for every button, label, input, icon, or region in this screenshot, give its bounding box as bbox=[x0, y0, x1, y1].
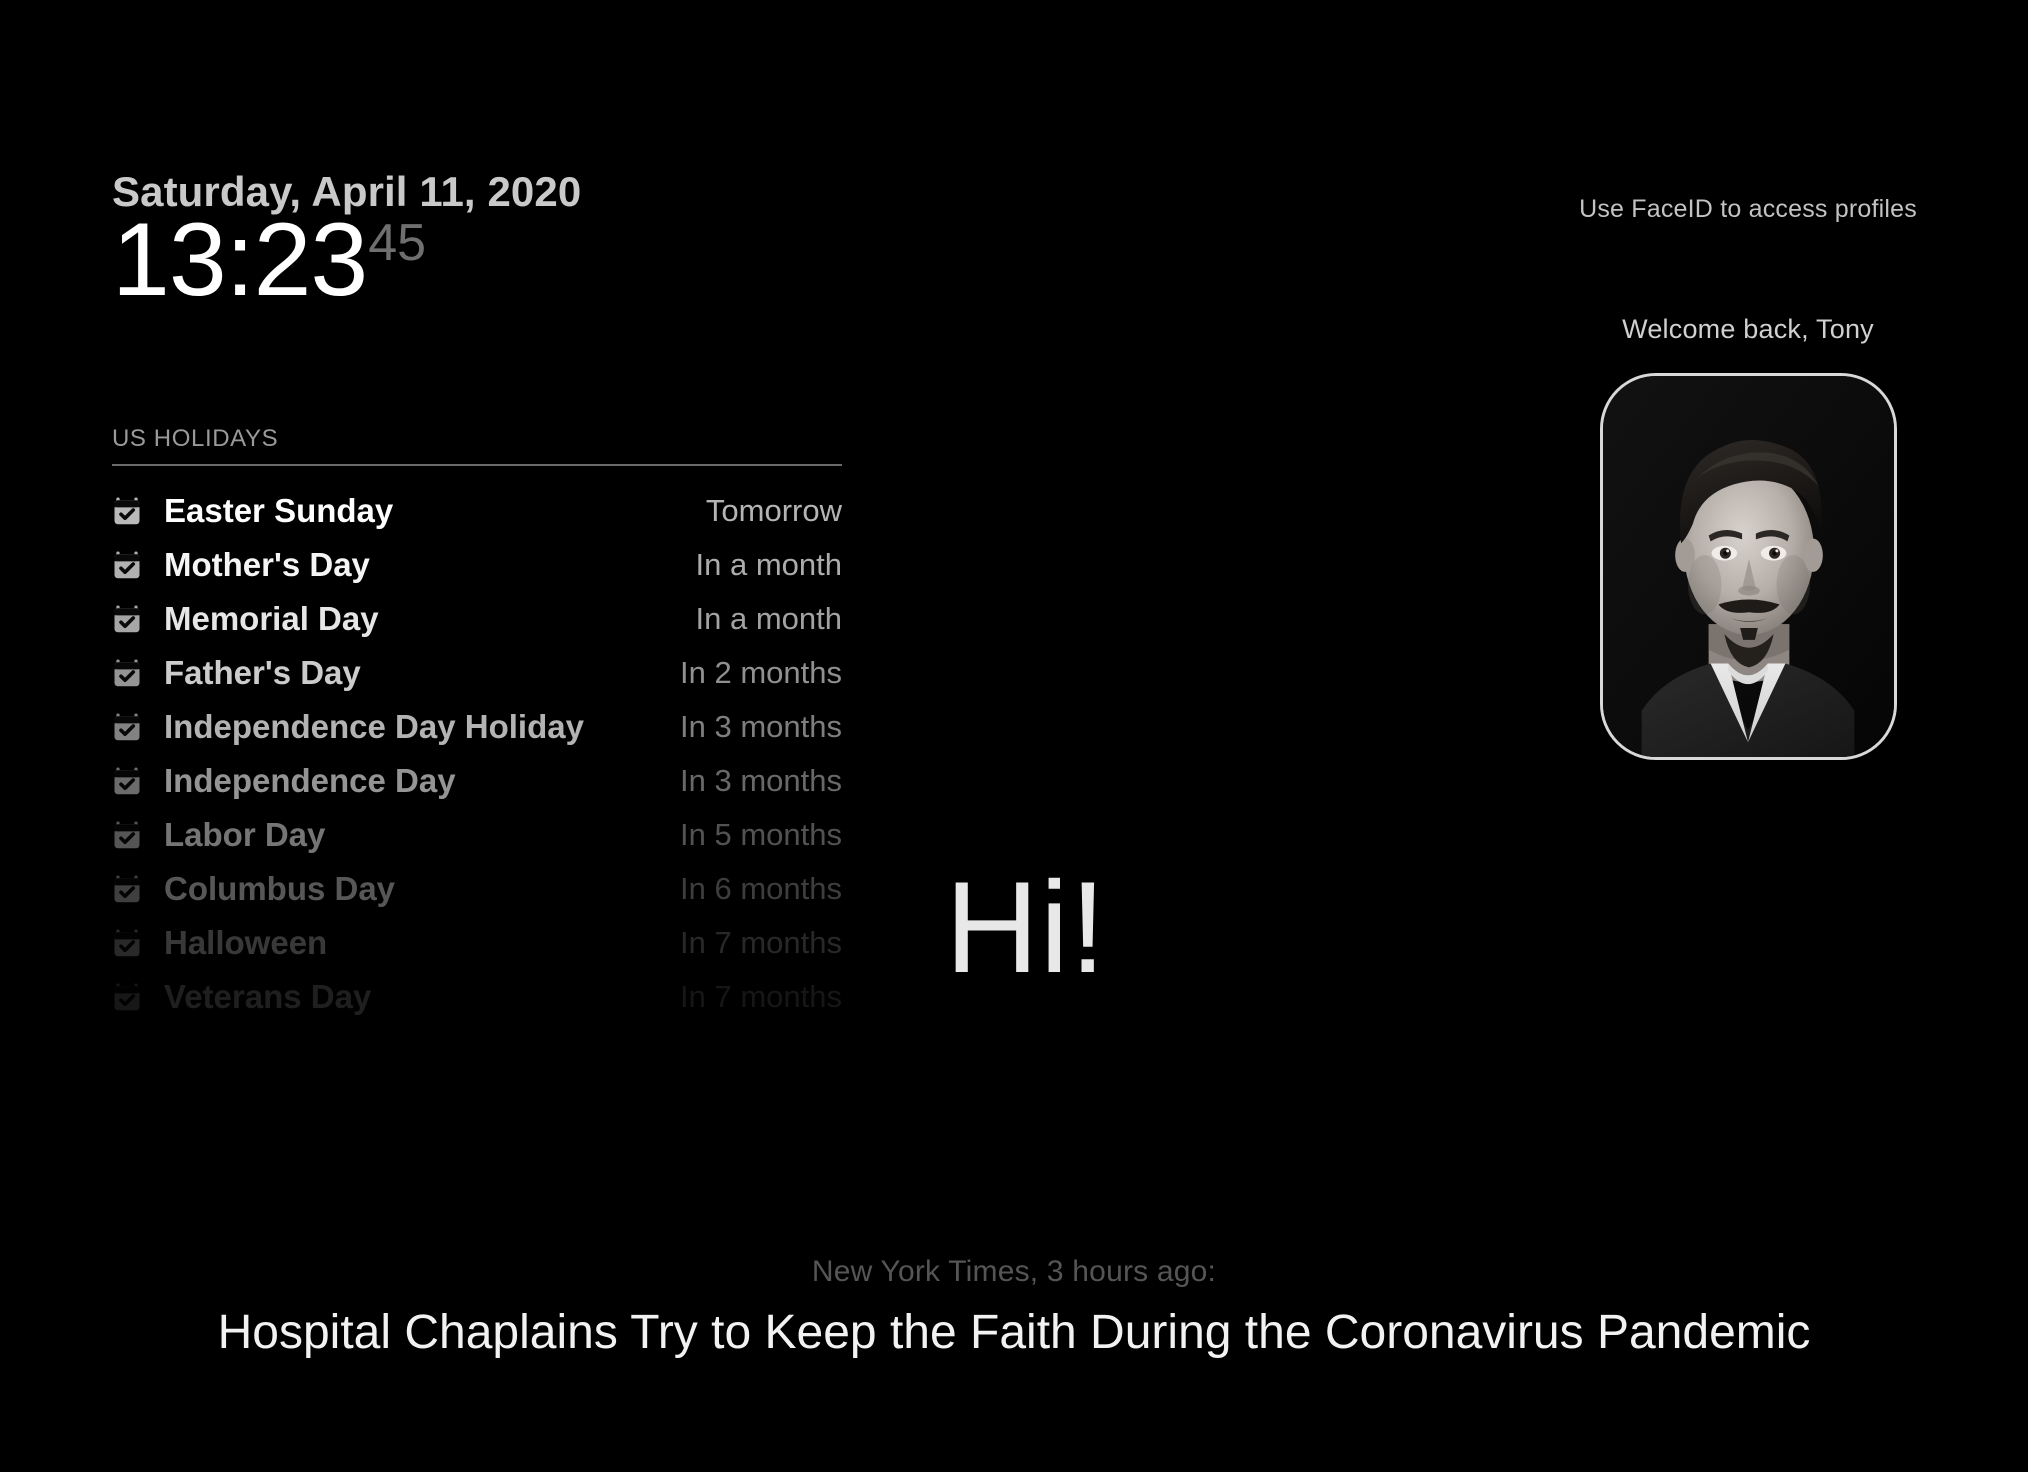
holiday-row[interactable]: Halloween In 7 months bbox=[112, 916, 842, 970]
calendar-check-icon bbox=[114, 713, 140, 741]
calendar-check-icon bbox=[114, 659, 140, 687]
current-time-row: 13:23 45 bbox=[112, 201, 581, 318]
holiday-when: In 6 months bbox=[680, 871, 842, 906]
holiday-when: In 3 months bbox=[680, 709, 842, 744]
holiday-row[interactable]: Memorial Day In a month bbox=[112, 592, 842, 646]
holidays-heading: US HOLIDAYS bbox=[112, 425, 279, 452]
holiday-when: Tomorrow bbox=[705, 493, 842, 528]
avatar[interactable] bbox=[1599, 373, 1897, 760]
holiday-row[interactable]: Independence Day Holiday In 3 months bbox=[112, 700, 842, 754]
news-headline[interactable]: Hospital Chaplains Try to Keep the Faith… bbox=[0, 1305, 2028, 1360]
holiday-row[interactable]: Easter Sunday Tomorrow bbox=[112, 484, 842, 538]
calendar-check-icon bbox=[114, 821, 140, 849]
news-ticker[interactable]: New York Times, 3 hours ago: Hospital Ch… bbox=[0, 1255, 2028, 1360]
holiday-row[interactable]: Father's Day In 2 months bbox=[112, 646, 842, 700]
user-portrait-avatar bbox=[1602, 376, 1894, 757]
calendar-check-icon bbox=[114, 983, 140, 1011]
calendar-check-icon bbox=[114, 929, 140, 957]
news-source: New York Times, 3 hours ago: bbox=[811, 1255, 1217, 1288]
faceid-hint: Use FaceID to access profiles bbox=[1579, 195, 1917, 223]
holiday-when: In 5 months bbox=[680, 817, 842, 852]
clock-widget: Saturday, April 11, 2020 13:23 45 bbox=[112, 169, 581, 318]
holiday-name: Halloween bbox=[164, 924, 328, 961]
holiday-row[interactable]: Columbus Day In 6 months bbox=[112, 862, 842, 916]
us-holidays-panel: US HOLIDAYS Easter Sunday Tomorrow Mother'… bbox=[112, 425, 842, 1024]
holiday-row[interactable]: Labor Day In 5 months bbox=[112, 808, 842, 862]
holiday-when: In 7 months bbox=[680, 979, 842, 1014]
holiday-when: In 3 months bbox=[680, 763, 842, 798]
holiday-name: Father's Day bbox=[164, 654, 361, 691]
welcome-message: Welcome back, Tony bbox=[1622, 314, 1874, 344]
holiday-row[interactable]: Veterans Day In 7 months bbox=[112, 970, 842, 1024]
holiday-name: Memorial Day bbox=[164, 600, 379, 637]
profile-column: Use FaceID to access profiles Welcome ba… bbox=[1538, 195, 1958, 760]
holiday-name: Easter Sunday bbox=[164, 492, 394, 529]
holiday-name: Independence Day bbox=[164, 762, 456, 799]
holiday-name: Independence Day Holiday bbox=[164, 708, 584, 745]
holiday-row[interactable]: Mother's Day In a month bbox=[112, 538, 842, 592]
holidays-list: Easter Sunday Tomorrow Mother's Day In a mo… bbox=[112, 484, 842, 1024]
holidays-divider bbox=[112, 464, 842, 466]
holiday-when: In a month bbox=[695, 547, 842, 582]
calendar-check-icon bbox=[114, 551, 140, 579]
current-time: 13:23 bbox=[112, 201, 368, 318]
holiday-when: In a month bbox=[695, 601, 842, 636]
calendar-check-icon bbox=[114, 497, 140, 525]
calendar-check-icon bbox=[114, 767, 140, 795]
current-seconds: 45 bbox=[368, 213, 427, 272]
holiday-name: Labor Day bbox=[164, 816, 326, 853]
holiday-name: Columbus Day bbox=[164, 870, 396, 907]
calendar-check-icon bbox=[114, 605, 140, 633]
greeting-text: Hi! bbox=[945, 854, 1107, 1000]
holiday-when: In 7 months bbox=[680, 925, 842, 960]
calendar-check-icon bbox=[114, 875, 140, 903]
holiday-row[interactable]: Independence Day In 3 months bbox=[112, 754, 842, 808]
holiday-name: Mother's Day bbox=[164, 546, 370, 583]
holiday-name: Veterans Day bbox=[164, 978, 372, 1015]
holiday-when: In 2 months bbox=[680, 655, 842, 690]
